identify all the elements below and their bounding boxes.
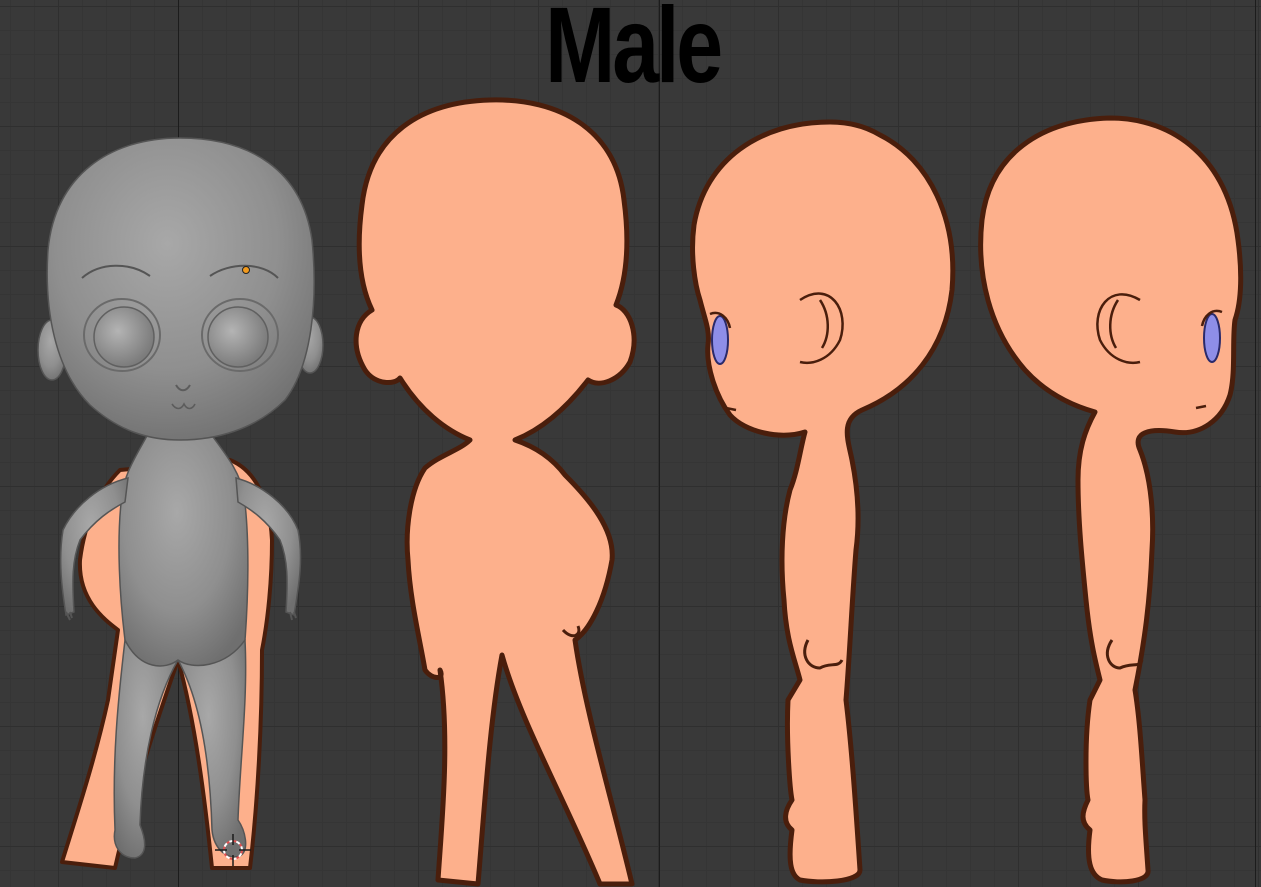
reference-scene — [37, 97, 1244, 887]
sculpt-mesh[interactable] — [37, 137, 324, 859]
3d-viewport[interactable]: Male — [0, 0, 1261, 887]
selected-vertex[interactable] — [242, 266, 250, 274]
back-reference-image — [353, 97, 637, 887]
side-reference-left — [690, 119, 956, 885]
side-reference-right — [978, 115, 1244, 885]
